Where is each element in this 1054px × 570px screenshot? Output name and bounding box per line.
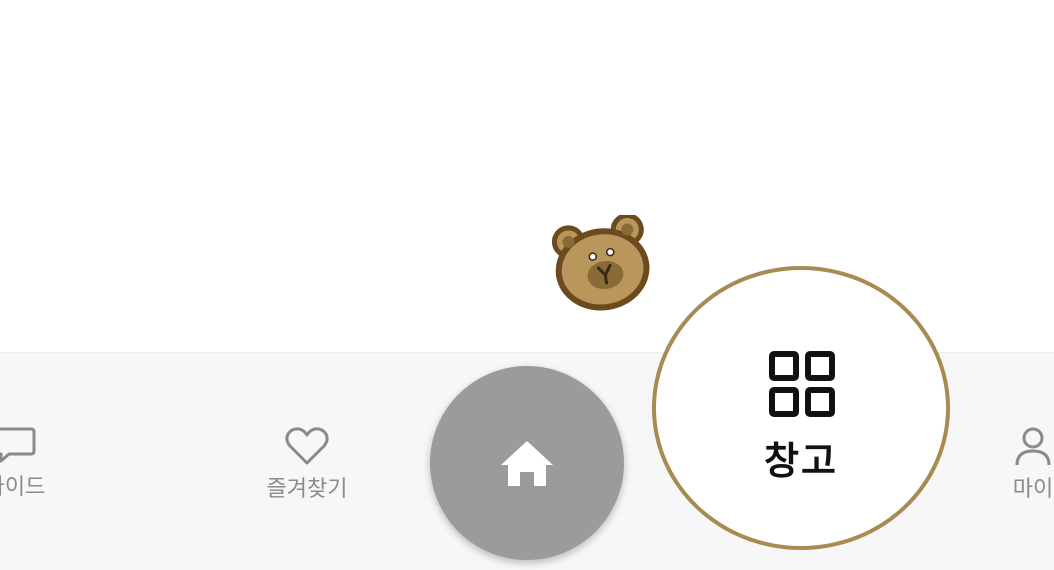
tab-my[interactable]: 마이 [963, 425, 1054, 503]
tab-favorites[interactable]: 즐겨찾기 [237, 425, 377, 503]
bear-icon [551, 215, 650, 311]
home-icon [501, 441, 553, 486]
storage-tooltip[interactable]: 창고 [652, 266, 950, 550]
storage-label: 창고 [764, 439, 838, 483]
tab-my-label: 마이 [1012, 477, 1054, 502]
tab-guide[interactable]: 가이드 [0, 425, 85, 501]
heart-icon [285, 427, 329, 465]
tab-guide-label: 가이드 [0, 475, 46, 500]
person-icon [1015, 427, 1051, 466]
tab-favorites-label: 즐겨찾기 [266, 477, 348, 502]
grid-icon [769, 351, 835, 417]
chat-bubble-icon [0, 427, 36, 463]
home-button[interactable] [430, 366, 624, 560]
